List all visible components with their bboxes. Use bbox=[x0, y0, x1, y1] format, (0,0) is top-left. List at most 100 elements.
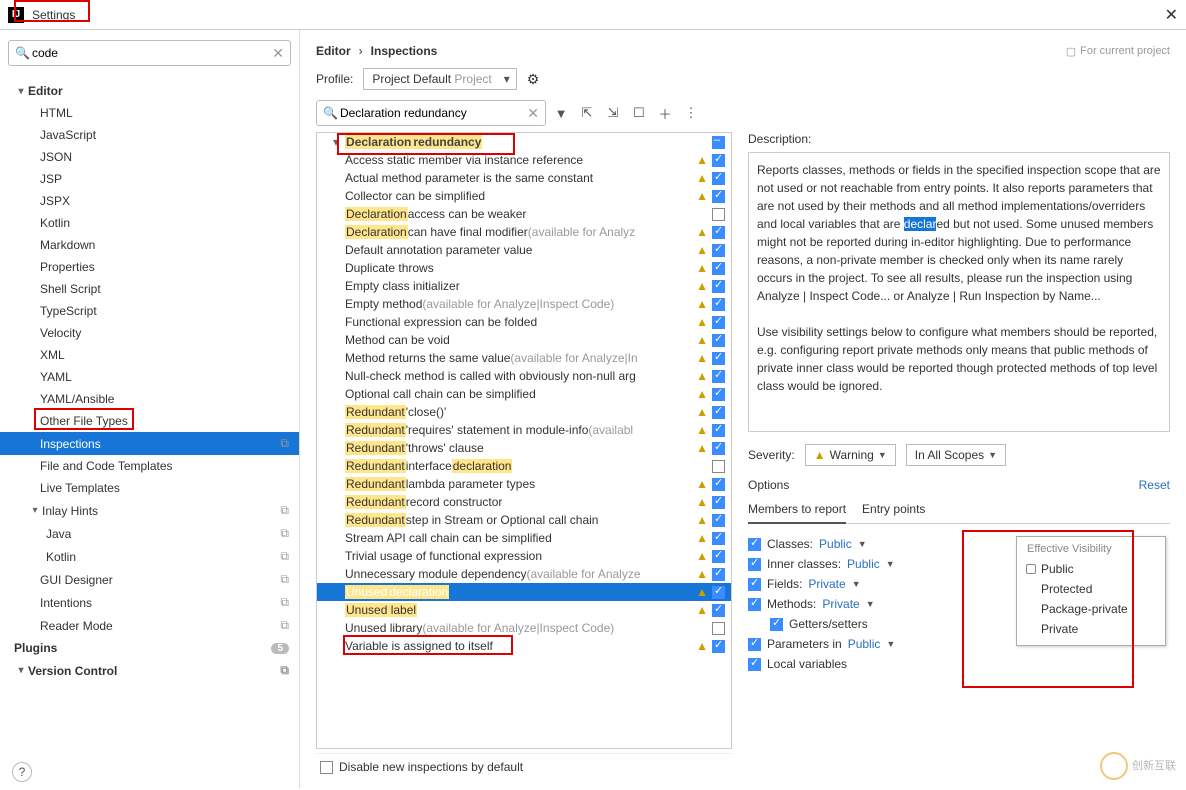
members-panel: Classes:Public▼ Inner classes:Public▼ Fi… bbox=[748, 534, 1170, 674]
inspection-row[interactable]: Redundant step in Stream or Optional cal… bbox=[317, 511, 731, 529]
close-icon[interactable]: ✕ bbox=[1165, 5, 1178, 25]
inspection-toolbar: 🔍 ✕ ▼ ⇱ ⇲ ☐ ＋ ⋮ bbox=[300, 100, 1186, 132]
more-icon[interactable]: ⋮ bbox=[680, 102, 702, 124]
profile-select[interactable]: Project Default Project bbox=[363, 68, 516, 90]
expand-icon[interactable]: ⇱ bbox=[576, 102, 598, 124]
description-box[interactable]: Reports classes, methods or fields in th… bbox=[748, 152, 1170, 432]
watermark: 创新互联 bbox=[1100, 752, 1176, 780]
inspection-row[interactable]: Collector can be simplified▲ bbox=[317, 187, 731, 205]
inspection-row[interactable]: Unnecessary module dependency (available… bbox=[317, 565, 731, 583]
inspection-row[interactable]: Declaration can have final modifier (ava… bbox=[317, 223, 731, 241]
tree-file-and-code-templates[interactable]: File and Code Templates bbox=[0, 455, 299, 477]
reset-link[interactable]: Reset bbox=[1139, 478, 1170, 492]
tree-live-templates[interactable]: Live Templates bbox=[0, 477, 299, 499]
inspection-row[interactable]: Null-check method is called with obvious… bbox=[317, 367, 731, 385]
tree-inspections[interactable]: Inspections⧉ bbox=[0, 432, 299, 455]
tab-members[interactable]: Members to report bbox=[748, 498, 846, 524]
inspection-row[interactable]: Default annotation parameter value▲ bbox=[317, 241, 731, 259]
add-icon[interactable]: ＋ bbox=[654, 102, 676, 124]
inspection-group-header[interactable]: ▾Declaration redundancy– bbox=[317, 133, 731, 151]
tree-yaml-ansible[interactable]: YAML/Ansible bbox=[0, 388, 299, 410]
tree-markdown[interactable]: Markdown bbox=[0, 234, 299, 256]
tree-shell-script[interactable]: Shell Script bbox=[0, 278, 299, 300]
tree-reader-mode[interactable]: Reader Mode⧉ bbox=[0, 614, 299, 637]
inspection-search[interactable]: 🔍 ✕ bbox=[316, 100, 546, 126]
inspection-search-input[interactable] bbox=[338, 104, 527, 122]
inspection-tree[interactable]: ▾Declaration redundancy–Access static me… bbox=[316, 132, 732, 749]
popup-package-private[interactable]: Package-private bbox=[1017, 599, 1165, 619]
tree-other-file-types[interactable]: Other File Types bbox=[0, 410, 299, 432]
tree-version-control[interactable]: ▾Version Control⧉ bbox=[0, 659, 299, 682]
search-icon: 🔍 bbox=[323, 106, 338, 120]
sidebar-search-input[interactable] bbox=[30, 44, 272, 62]
tree-json[interactable]: JSON bbox=[0, 146, 299, 168]
tree-typescript[interactable]: TypeScript bbox=[0, 300, 299, 322]
tree-kotlin[interactable]: Kotlin⧉ bbox=[0, 545, 299, 568]
tree-velocity[interactable]: Velocity bbox=[0, 322, 299, 344]
tree-jsp[interactable]: JSP bbox=[0, 168, 299, 190]
inspection-row[interactable]: Redundant 'requires' statement in module… bbox=[317, 421, 731, 439]
clear-icon[interactable]: ✕ bbox=[272, 45, 284, 62]
severity-label: Severity: bbox=[748, 448, 795, 462]
mem-locals[interactable]: Local variables bbox=[748, 654, 1170, 674]
tree-plugins[interactable]: Plugins5 bbox=[0, 637, 299, 659]
inspection-row[interactable]: Variable is assigned to itself▲ bbox=[317, 637, 731, 655]
inspection-row[interactable]: Redundant record constructor▲ bbox=[317, 493, 731, 511]
inspection-row[interactable]: Method can be void▲ bbox=[317, 331, 731, 349]
inspection-row[interactable]: Empty method (available for Analyze|Insp… bbox=[317, 295, 731, 313]
inspection-row[interactable]: Empty class initializer▲ bbox=[317, 277, 731, 295]
clear-icon[interactable]: ✕ bbox=[527, 105, 539, 122]
inspection-row[interactable]: Access static member via instance refere… bbox=[317, 151, 731, 169]
tree-properties[interactable]: Properties bbox=[0, 256, 299, 278]
popup-protected[interactable]: Protected bbox=[1017, 579, 1165, 599]
severity-select[interactable]: ▲ Warning ▼ bbox=[805, 444, 896, 466]
app-icon: IJ bbox=[8, 7, 24, 23]
tab-entry-points[interactable]: Entry points bbox=[862, 498, 925, 523]
popup-private[interactable]: Private bbox=[1017, 619, 1165, 639]
help-button[interactable]: ? bbox=[12, 762, 32, 782]
inspection-row[interactable]: Unused library (available for Analyze|In… bbox=[317, 619, 731, 637]
tree-inlay-hints[interactable]: ▾Inlay Hints⧉ bbox=[0, 499, 299, 522]
disable-new-row[interactable]: Disable new inspections by default bbox=[316, 753, 732, 780]
inspection-row[interactable]: Redundant 'close()'▲ bbox=[317, 403, 731, 421]
tree-xml[interactable]: XML bbox=[0, 344, 299, 366]
tree-intentions[interactable]: Intentions⧉ bbox=[0, 591, 299, 614]
inspection-row[interactable]: Redundant lambda parameter types▲ bbox=[317, 475, 731, 493]
funnel-icon[interactable]: ▼ bbox=[550, 102, 572, 124]
tree-javascript[interactable]: JavaScript bbox=[0, 124, 299, 146]
tree-kotlin[interactable]: Kotlin bbox=[0, 212, 299, 234]
inspection-row[interactable]: Declaration access can be weaker bbox=[317, 205, 731, 223]
inspection-row[interactable]: Method returns the same value (available… bbox=[317, 349, 731, 367]
tree-html[interactable]: HTML bbox=[0, 102, 299, 124]
inspection-row[interactable]: Trivial usage of functional expression▲ bbox=[317, 547, 731, 565]
inspection-row[interactable]: Duplicate throws▲ bbox=[317, 259, 731, 277]
tree-yaml[interactable]: YAML bbox=[0, 366, 299, 388]
popup-title: Effective Visibility bbox=[1017, 543, 1165, 559]
inspection-row[interactable]: Stream API call chain can be simplified▲ bbox=[317, 529, 731, 547]
description-label: Description: bbox=[748, 132, 1170, 146]
sidebar-search[interactable]: 🔍 ✕ bbox=[8, 40, 291, 66]
inspection-row[interactable]: Functional expression can be folded▲ bbox=[317, 313, 731, 331]
severity-row: Severity: ▲ Warning ▼ In All Scopes ▼ bbox=[748, 444, 1170, 466]
tree-jspx[interactable]: JSPX bbox=[0, 190, 299, 212]
tabs: Members to report Entry points bbox=[748, 498, 1170, 524]
tree-java[interactable]: Java⧉ bbox=[0, 522, 299, 545]
scope-select[interactable]: In All Scopes ▼ bbox=[906, 444, 1006, 466]
inspection-row[interactable]: Unused declaration▲ bbox=[317, 583, 731, 601]
popup-public[interactable]: Public bbox=[1017, 559, 1165, 579]
tree-editor[interactable]: ▾Editor bbox=[0, 80, 299, 102]
tree-gui-designer[interactable]: GUI Designer⧉ bbox=[0, 568, 299, 591]
window-title: Settings bbox=[32, 8, 75, 22]
inspection-row[interactable]: Actual method parameter is the same cons… bbox=[317, 169, 731, 187]
collapse-icon[interactable]: ⇲ bbox=[602, 102, 624, 124]
inspection-row[interactable]: Redundant interface declaration bbox=[317, 457, 731, 475]
gear-icon[interactable]: ⚙ bbox=[527, 71, 540, 88]
profile-label: Profile: bbox=[316, 72, 353, 86]
breadcrumb-editor[interactable]: Editor bbox=[316, 44, 351, 58]
breadcrumb: Editor › Inspections ▢ For current proje… bbox=[300, 30, 1186, 58]
scope-label: ▢ For current project bbox=[1066, 45, 1170, 58]
select-all-icon[interactable]: ☐ bbox=[628, 102, 650, 124]
inspection-row[interactable]: Optional call chain can be simplified▲ bbox=[317, 385, 731, 403]
inspection-row[interactable]: Unused label▲ bbox=[317, 601, 731, 619]
inspection-row[interactable]: Redundant 'throws' clause▲ bbox=[317, 439, 731, 457]
